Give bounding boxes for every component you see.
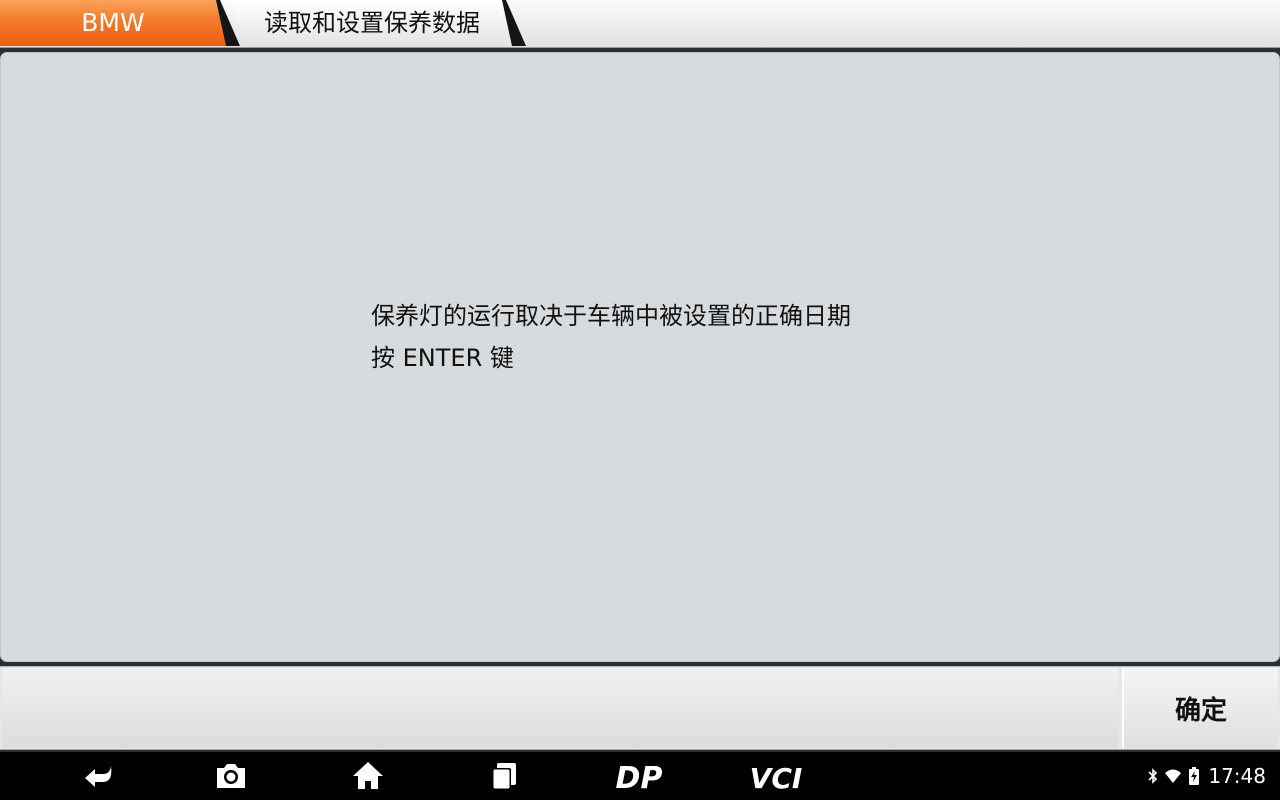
message-line-1: 保养灯的运行取决于车辆中被设置的正确日期 — [371, 302, 851, 330]
breadcrumb-brand[interactable]: BMW — [0, 0, 226, 46]
dp-logo[interactable]: DP — [606, 758, 672, 794]
status-clock: 17:48 — [1208, 764, 1266, 788]
message-panel: 保养灯的运行取决于车辆中被设置的正确日期 按 ENTER 键 — [0, 52, 1280, 662]
function-bar-empty-area — [2, 668, 1119, 748]
camera-icon[interactable] — [213, 758, 249, 794]
navigation-bar: DP VCI 17:48 — [0, 752, 1280, 800]
battery-charging-icon — [1189, 767, 1200, 785]
dp-logo-text: DP — [616, 761, 663, 794]
breadcrumb-bar: BMW 读取和设置保养数据 — [0, 0, 1280, 48]
message-text: 保养灯的运行取决于车辆中被设置的正确日期 按 ENTER 键 — [371, 295, 851, 379]
confirm-button[interactable]: 确定 — [1122, 668, 1278, 748]
breadcrumb-page-title: 读取和设置保养数据 — [264, 9, 480, 37]
back-icon[interactable] — [79, 758, 115, 794]
bluetooth-icon — [1148, 768, 1158, 784]
message-line-2: 按 ENTER 键 — [371, 344, 514, 372]
vci-logo-text: VCI — [750, 762, 803, 794]
recent-apps-icon[interactable] — [486, 758, 522, 794]
function-bar: 确定 — [0, 666, 1280, 750]
home-icon[interactable] — [350, 758, 386, 794]
status-area: 17:48 — [1148, 752, 1266, 800]
wifi-icon — [1165, 769, 1182, 783]
vci-logo[interactable]: VCI — [740, 758, 812, 794]
